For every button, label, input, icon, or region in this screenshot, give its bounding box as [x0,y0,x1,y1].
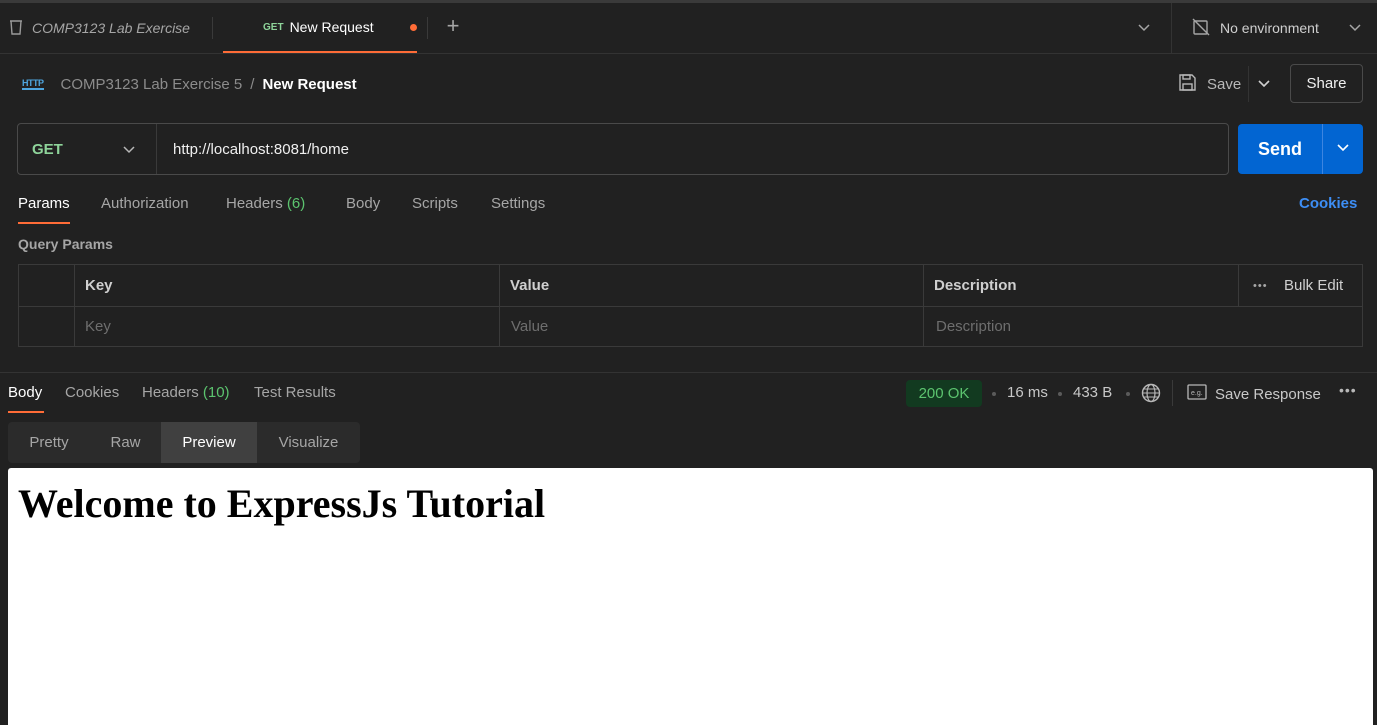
tab-divider [212,17,213,39]
collection-icon [8,18,24,39]
save-response-label: Save Response [1215,385,1321,403]
globe-icon[interactable] [1141,383,1161,408]
breadcrumb-collection[interactable]: COMP3123 Lab Exercise 5 [61,76,243,93]
tab-bar: COMP3123 Lab Exercise GET New Request + … [0,0,1377,54]
postman-window: COMP3123 Lab Exercise GET New Request + … [0,0,1377,725]
response-tab-body[interactable]: Body [8,384,45,413]
query-params-table: Key Value Description ••• Bulk Edit Key … [18,264,1363,347]
column-options-more-icon[interactable]: ••• [1253,265,1268,306]
environment-chevron-icon[interactable] [1348,20,1362,39]
save-example-icon: e.g. [1187,384,1207,404]
view-mode-pretty[interactable]: Pretty [8,422,90,463]
save-response-button[interactable]: e.g. Save Response [1187,384,1321,404]
save-divider [1248,66,1249,102]
param-key-input[interactable]: Key [85,307,111,346]
send-label: Send [1257,138,1302,159]
column-header-description: Description [934,277,1017,294]
new-tab-plus-icon[interactable]: + [443,15,463,38]
meta-separator-dot [992,392,996,396]
headers-count: (6) [286,195,306,212]
meta-separator-dot [1058,392,1062,396]
tabs-dropdown-chevron-icon[interactable] [1137,20,1151,39]
row-divider [19,306,1362,307]
request-name[interactable]: New Request [262,76,356,93]
env-divider [1171,3,1172,53]
response-more-options-icon[interactable]: ••• [1339,382,1357,398]
response-preview-pane: Welcome to ExpressJs Tutorial [8,468,1373,725]
collection-tab-label: COMP3123 Lab Exercise [32,20,190,36]
environment-label: No environment [1220,20,1319,36]
column-divider [1238,265,1239,306]
environment-selector[interactable]: No environment [1191,3,1319,53]
response-tab-cookies[interactable]: Cookies [65,384,119,401]
param-value-input[interactable]: Value [511,307,548,346]
response-headers-count: (10) [202,384,230,401]
collection-tab[interactable]: COMP3123 Lab Exercise [8,3,190,53]
breadcrumb: HTTP COMP3123 Lab Exercise 5 / New Reque… [22,72,357,96]
save-button[interactable]: Save [1178,72,1241,96]
method-chevron-down-icon [122,142,136,161]
cookies-link[interactable]: Cookies [1299,195,1357,212]
method-value: GET [32,140,63,158]
tab-headers[interactable]: Headers (6) [226,195,305,212]
param-description-input[interactable]: Description [936,307,1011,346]
send-button[interactable]: Send [1238,124,1363,174]
send-options-chevron-icon[interactable] [1323,140,1363,159]
view-mode-preview[interactable]: Preview [161,422,257,463]
tab-divider [427,17,428,39]
url-input[interactable]: http://localhost:8081/home [173,124,349,174]
view-mode-visualize[interactable]: Visualize [257,422,360,463]
meta-separator-dot [1126,392,1130,396]
response-time[interactable]: 16 ms [1007,384,1048,401]
view-mode-raw[interactable]: Raw [90,422,161,463]
http-icon: HTTP [22,78,44,90]
tab-settings[interactable]: Settings [491,195,545,212]
request-response-divider[interactable] [0,372,1377,373]
response-tab-headers[interactable]: Headers (10) [142,384,230,401]
share-button[interactable]: Share [1290,64,1363,103]
preview-heading: Welcome to ExpressJs Tutorial [18,481,546,526]
tab-scripts[interactable]: Scripts [412,195,458,212]
tab-title: New Request [289,19,374,35]
save-options-chevron-icon[interactable] [1257,76,1271,95]
column-header-value: Value [510,277,550,294]
tab-params[interactable]: Params [18,195,70,224]
request-url-bar: GET http://localhost:8081/home [17,123,1229,175]
column-header-key: Key [85,277,113,294]
save-icon [1178,73,1197,96]
query-params-title: Query Params [18,236,113,252]
response-headers-label: Headers [142,384,199,401]
tab-method-badge: GET [263,21,284,33]
save-label: Save [1207,75,1242,93]
tab-body[interactable]: Body [346,195,380,212]
response-meta-divider [1172,380,1173,406]
status-badge[interactable]: 200 OK [906,380,982,407]
response-size[interactable]: 433 B [1073,384,1112,401]
breadcrumb-separator: / [250,75,255,93]
unsaved-dot-icon [410,23,417,31]
tab-authorization[interactable]: Authorization [101,195,189,212]
tab-headers-label: Headers [226,195,283,212]
response-tab-test-results[interactable]: Test Results [254,384,336,401]
method-select[interactable]: GET [18,124,157,174]
bulk-edit-button[interactable]: Bulk Edit [1284,265,1343,306]
no-environment-icon [1191,17,1211,40]
tab-new-request[interactable]: GET New Request [223,3,417,53]
response-view-modes: Pretty Raw Preview Visualize [8,422,360,463]
svg-text:e.g.: e.g. [1191,390,1203,397]
